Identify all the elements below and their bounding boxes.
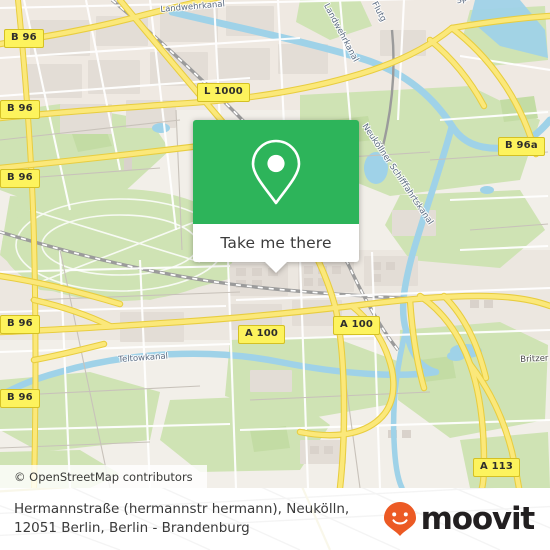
map-canvas[interactable]: LandwehrkanalLandwehrkanalFlutgSpreeNeuk… — [0, 0, 550, 488]
map-pin-icon — [251, 139, 301, 205]
callout-pin-area — [193, 120, 359, 224]
road-shield: B 96 — [0, 315, 40, 334]
footer-bar: Hermannstraße (hermannstr hermann), Neuk… — [0, 488, 550, 550]
road-shield: B 96 — [0, 169, 40, 188]
location-callout-card[interactable]: Take me there — [193, 120, 359, 273]
road-shield: A 100 — [333, 316, 381, 335]
road-shield: B 96 — [4, 29, 44, 48]
road-shield: B 96a — [498, 137, 545, 156]
road-shield: B 96 — [0, 389, 40, 408]
callout-tail — [265, 262, 287, 273]
road-shield: L 1000 — [197, 83, 250, 102]
map-attribution[interactable]: © OpenStreetMap contributors — [0, 465, 207, 488]
road-shield: B 96 — [0, 100, 40, 119]
moovit-logo[interactable]: moovit — [383, 501, 536, 537]
moovit-smiley-pin-icon — [383, 502, 416, 536]
road-shield: A 100 — [238, 325, 286, 344]
address-line-2: 12051 Berlin, Berlin - Brandenburg — [14, 520, 250, 536]
take-me-there-button[interactable]: Take me there — [193, 224, 359, 262]
moovit-wordmark: moovit — [420, 500, 536, 537]
road-shield: A 113 — [473, 458, 521, 477]
location-address: Hermannstraße (hermannstr hermann), Neuk… — [14, 500, 349, 538]
address-line-1: Hermannstraße (hermannstr hermann), Neuk… — [14, 501, 350, 517]
attribution-text: © OpenStreetMap contributors — [14, 469, 193, 484]
moovit-location-card: LandwehrkanalLandwehrkanalFlutgSpreeNeuk… — [0, 0, 550, 550]
take-me-there-label: Take me there — [220, 234, 332, 252]
